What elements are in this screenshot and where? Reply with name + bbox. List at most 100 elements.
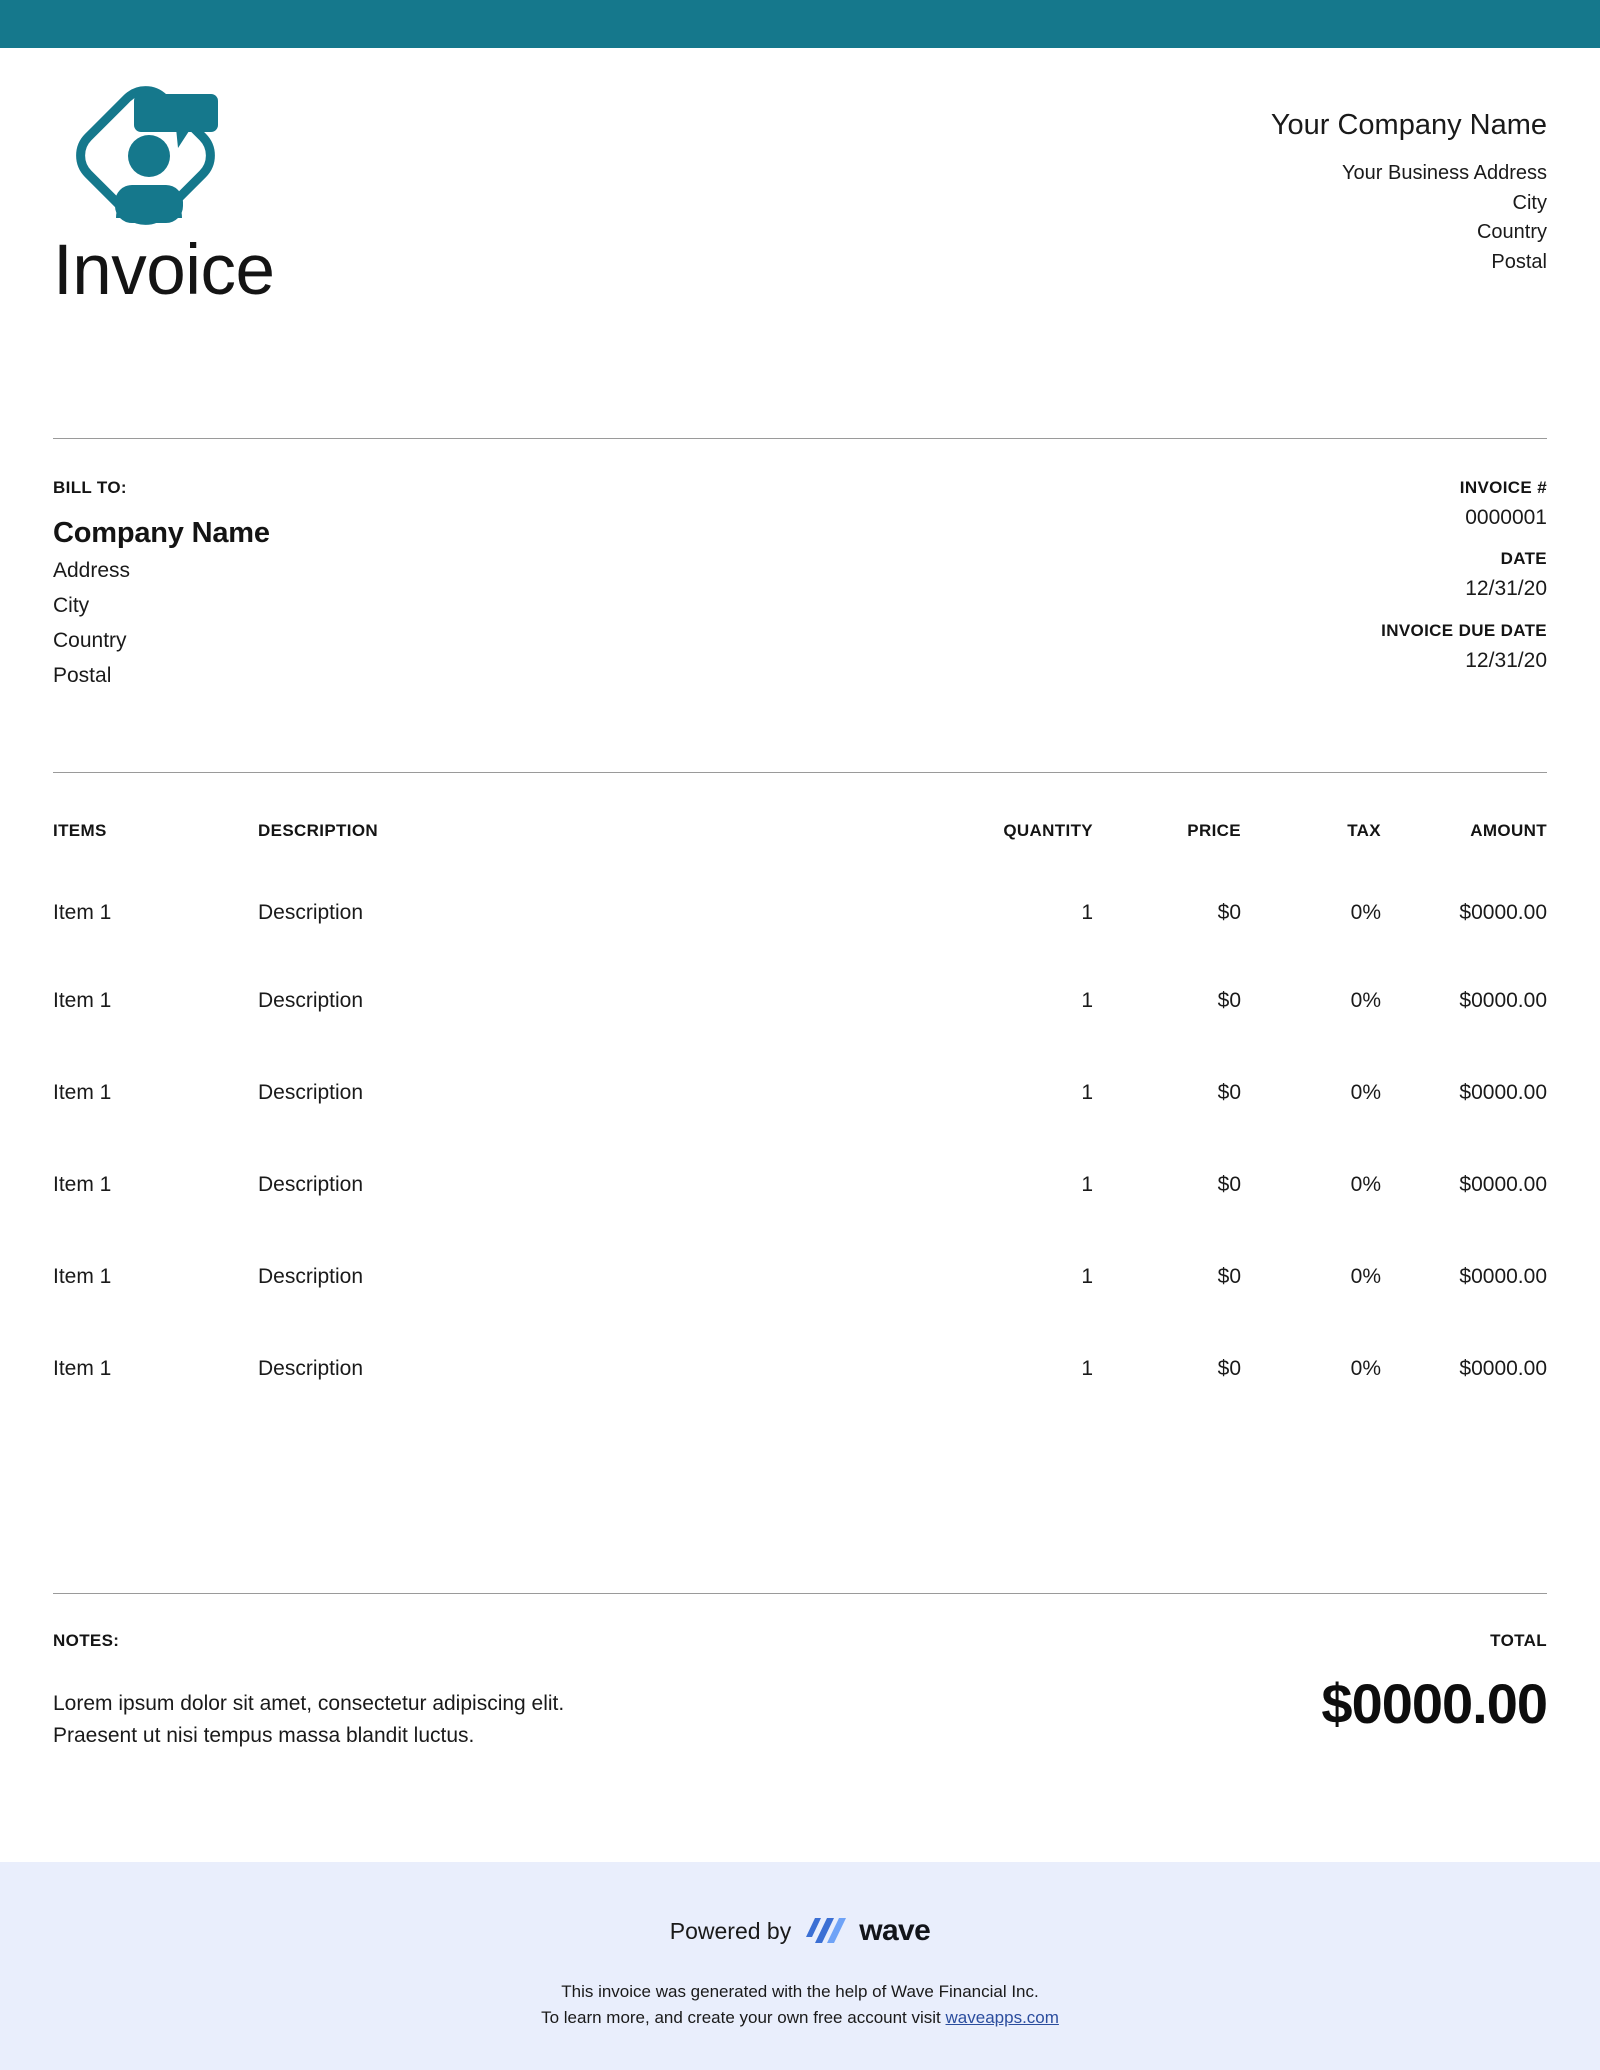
column-header-items: ITEMS <box>53 821 107 840</box>
invoice-number-value: 0000001 <box>1465 506 1547 529</box>
brand-block: Invoice <box>53 68 573 306</box>
company-address-line: City <box>1512 191 1547 214</box>
cell-item: Item 1 <box>53 1081 112 1104</box>
items-table: ITEMS DESCRIPTION QUANTITY PRICE TAX AMO… <box>53 773 1547 1415</box>
invoice-due-date-label: INVOICE DUE DATE <box>1381 620 1547 640</box>
footer-note-prefix: To learn more, and create your own free … <box>541 2007 946 2027</box>
cell-item: Item 1 <box>53 901 112 924</box>
notes-line-1: Lorem ipsum dolor sit amet, consectetur … <box>53 1692 565 1715</box>
bill-to-label: BILL TO: <box>53 478 127 497</box>
wave-logo-lockup: wave <box>804 1914 931 1947</box>
table-row: Item 1 Description 1 $0 0% $0000.00 <box>53 841 1547 955</box>
cell-tax: 0% <box>1350 1173 1381 1196</box>
items-table-head: ITEMS DESCRIPTION QUANTITY PRICE TAX AMO… <box>53 773 1547 841</box>
bill-to-line: Address <box>53 558 131 582</box>
footer-note-line-2: To learn more, and create your own free … <box>0 2005 1600 2031</box>
table-row: Item 1 Description 1 $0 0% $0000.00 <box>53 1047 1547 1139</box>
cell-price: $0 <box>1217 989 1241 1012</box>
invoice-body: Invoice Your Company Name Your Business … <box>0 48 1600 1862</box>
column-header-description: DESCRIPTION <box>258 821 379 840</box>
powered-by-block: Powered by wave <box>0 1916 1600 1946</box>
notes-totals-section: NOTES: Lorem ipsum dolor sit amet, conse… <box>53 1594 1548 1784</box>
cell-quantity: 1 <box>1081 1081 1093 1104</box>
company-name: Your Company Name <box>1270 109 1547 141</box>
cell-quantity: 1 <box>1081 989 1093 1012</box>
cell-description: Description <box>258 989 364 1012</box>
cell-description: Description <box>258 1357 364 1380</box>
cell-description: Description <box>258 901 364 924</box>
bill-to-line: Country <box>53 628 127 652</box>
total-amount: $0000.00 <box>1321 1672 1548 1735</box>
invoice-date-value: 12/31/20 <box>1465 577 1547 601</box>
cell-tax: 0% <box>1350 1265 1381 1288</box>
bill-to-line: Postal <box>53 663 112 687</box>
cell-amount: $0000.00 <box>1459 1357 1547 1380</box>
items-table-zone: ITEMS DESCRIPTION QUANTITY PRICE TAX AMO… <box>53 773 1547 1415</box>
cell-description: Description <box>258 1265 364 1288</box>
cell-price: $0 <box>1217 1357 1241 1380</box>
cell-price: $0 <box>1217 901 1241 924</box>
total-block: TOTAL $0000.00 <box>1321 1631 1548 1735</box>
bill-to-company: Company Name <box>53 517 270 549</box>
cell-quantity: 1 <box>1081 1173 1093 1196</box>
table-row: Item 1 Description 1 $0 0% $0000.00 <box>53 1323 1547 1415</box>
items-table-body: Item 1 Description 1 $0 0% $0000.00 Item… <box>53 841 1547 1415</box>
cell-tax: 0% <box>1350 901 1381 924</box>
invoice-page: Invoice Your Company Name Your Business … <box>0 0 1600 2070</box>
column-header-price: PRICE <box>1187 821 1241 840</box>
cell-price: $0 <box>1217 1173 1241 1196</box>
page-footer: Powered by wave This invoice was generat… <box>0 1862 1600 2070</box>
wave-wordmark: wave <box>859 1914 931 1947</box>
waveapps-link[interactable]: waveapps.com <box>946 2008 1059 2027</box>
table-row: Item 1 Description 1 $0 0% $0000.00 <box>53 1231 1547 1323</box>
cell-tax: 0% <box>1350 989 1381 1012</box>
cell-tax: 0% <box>1350 1357 1381 1380</box>
table-bottom-spacer <box>53 1415 1547 1593</box>
notes-block: NOTES: Lorem ipsum dolor sit amet, conse… <box>53 1631 853 1751</box>
accent-top-bar <box>0 0 1600 48</box>
billing-meta-section: BILL TO: Company Name Address City Count… <box>53 439 1547 689</box>
invoice-due-date-value: 12/31/20 <box>1465 648 1547 672</box>
bill-to-block: BILL TO: Company Name Address City Count… <box>53 478 270 691</box>
invoice-number-label: INVOICE # <box>1459 478 1547 497</box>
powered-by-label: Powered by <box>669 1917 792 1944</box>
cell-amount: $0000.00 <box>1459 1081 1547 1104</box>
cell-amount: $0000.00 <box>1459 901 1547 924</box>
invoice-header: Invoice Your Company Name Your Business … <box>53 48 1547 348</box>
column-header-quantity: QUANTITY <box>1003 821 1093 840</box>
wave-logo-icon <box>806 1918 847 1943</box>
company-address-line: Your Business Address <box>1342 162 1547 185</box>
cell-item: Item 1 <box>53 1173 112 1196</box>
notes-label: NOTES: <box>53 1631 120 1650</box>
column-header-tax: TAX <box>1347 821 1381 840</box>
invoice-meta-block: INVOICE # 0000001 DATE 12/31/20 INVOICE … <box>1381 478 1547 674</box>
cell-item: Item 1 <box>53 989 112 1012</box>
cell-item: Item 1 <box>53 1265 112 1288</box>
cell-quantity: 1 <box>1081 901 1093 924</box>
company-info: Your Company Name Your Business Address … <box>847 106 1547 278</box>
speech-bubble-person-diamond-logo <box>76 86 218 225</box>
cell-tax: 0% <box>1350 1081 1381 1104</box>
bill-to-line: City <box>53 593 90 617</box>
cell-description: Description <box>258 1081 364 1104</box>
column-header-amount: AMOUNT <box>1470 821 1547 840</box>
cell-quantity: 1 <box>1081 1357 1093 1380</box>
cell-amount: $0000.00 <box>1459 1265 1547 1288</box>
cell-price: $0 <box>1217 1081 1241 1104</box>
invoice-date-label: DATE <box>1500 549 1547 569</box>
cell-description: Description <box>258 1173 364 1196</box>
footer-note: This invoice was generated with the help… <box>0 1979 1600 2031</box>
total-label: TOTAL <box>1490 1631 1547 1650</box>
company-address-line: Country <box>1476 221 1547 244</box>
cell-price: $0 <box>1217 1265 1241 1288</box>
company-address-line: Postal <box>1491 250 1547 273</box>
footer-note-line-1: This invoice was generated with the help… <box>561 1982 1039 2001</box>
cell-quantity: 1 <box>1081 1265 1093 1288</box>
cell-amount: $0000.00 <box>1459 1173 1547 1196</box>
page-title: Invoice <box>53 231 275 310</box>
cell-amount: $0000.00 <box>1459 989 1547 1012</box>
table-header-row: ITEMS DESCRIPTION QUANTITY PRICE TAX AMO… <box>53 773 1547 841</box>
table-row: Item 1 Description 1 $0 0% $0000.00 <box>53 1139 1547 1231</box>
table-row: Item 1 Description 1 $0 0% $0000.00 <box>53 955 1547 1047</box>
cell-item: Item 1 <box>53 1357 112 1380</box>
